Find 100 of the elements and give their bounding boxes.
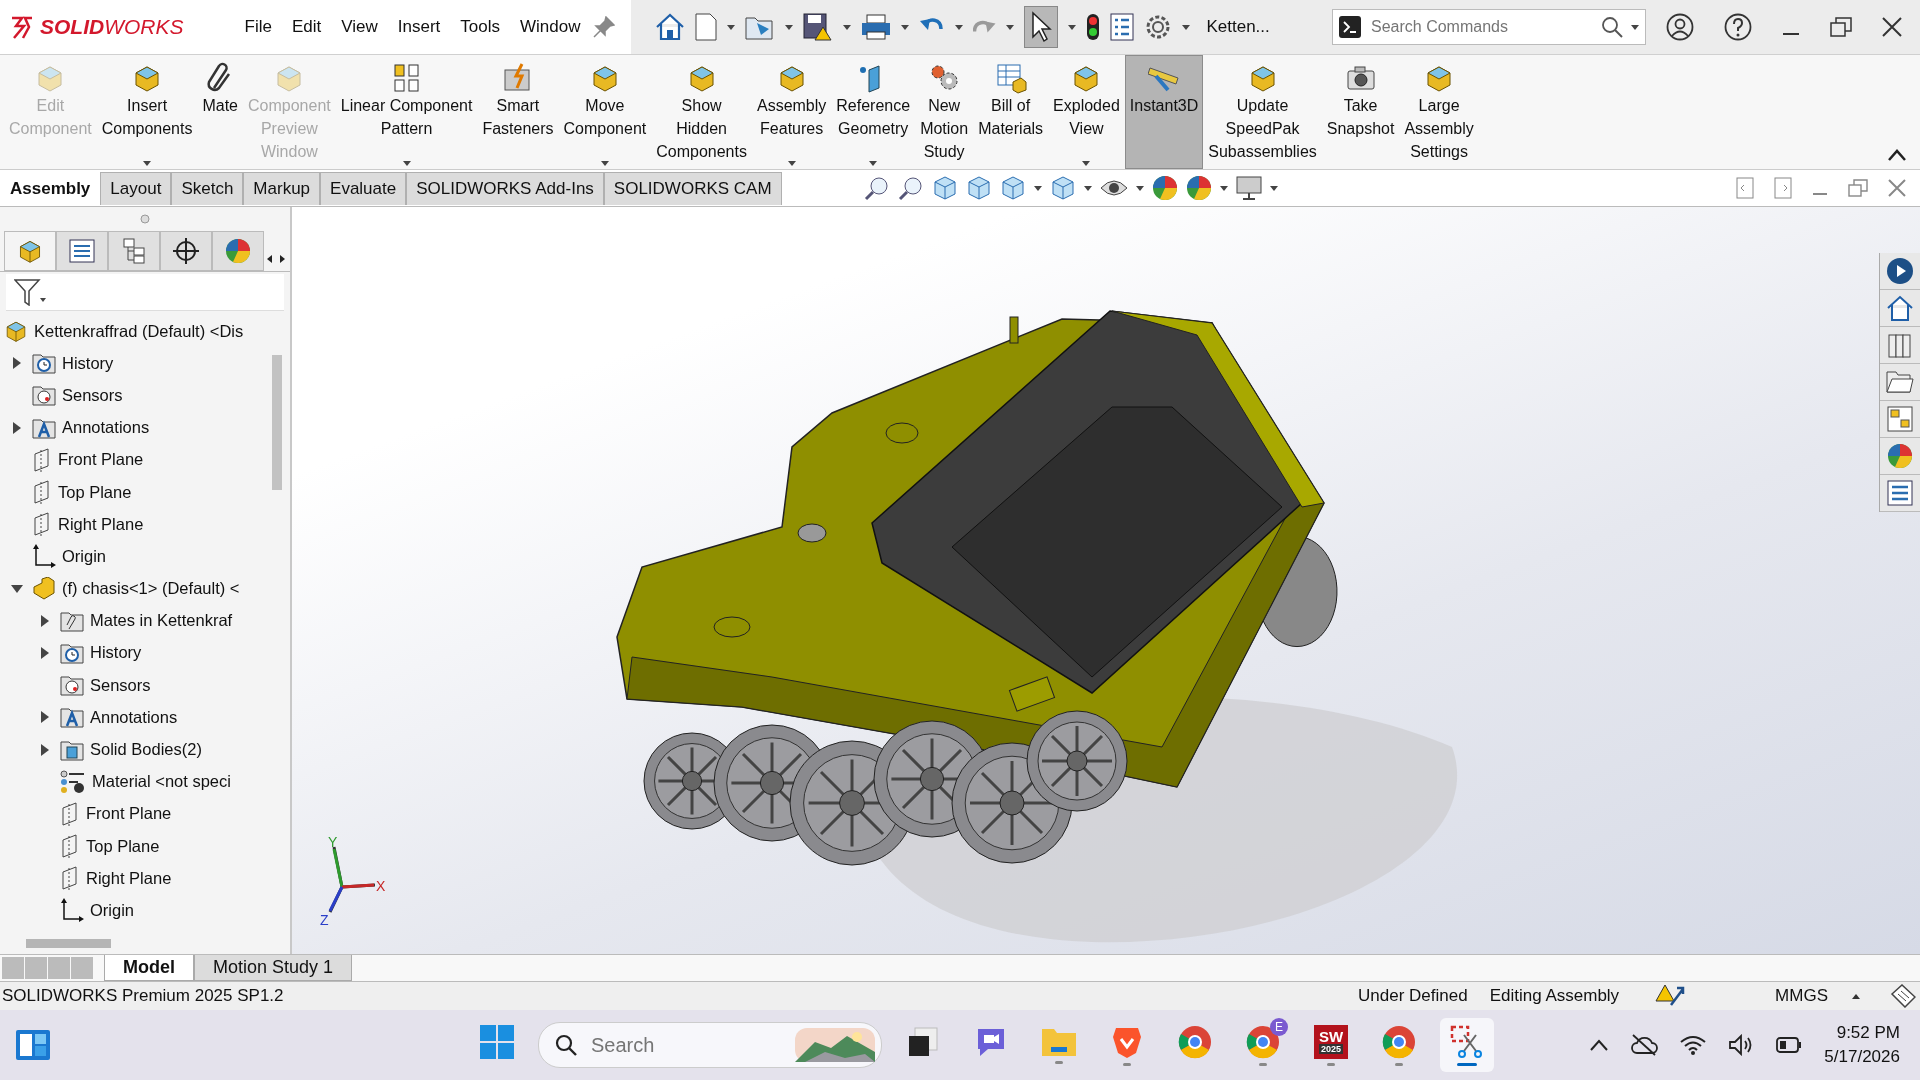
tree-item[interactable]: Sensors <box>62 385 123 405</box>
command-tab[interactable]: Evaluate <box>320 171 407 205</box>
command-tab[interactable]: SOLIDWORKS Add-Ins <box>406 171 604 205</box>
search-commands-box[interactable]: Search Commands <box>1332 9 1646 45</box>
dropdown-caret-icon[interactable] <box>1631 24 1639 30</box>
cube-view-icon[interactable] <box>931 175 958 201</box>
command-tab[interactable]: Layout <box>100 171 172 205</box>
zoom-to-fit-icon[interactable] <box>863 175 890 201</box>
ribbon-button[interactable]: Move Component <box>558 55 652 169</box>
tree-item[interactable]: Front Plane <box>86 804 172 824</box>
feature-tree-tab[interactable] <box>4 231 56 271</box>
model-tab[interactable]: Motion Study 1 <box>194 955 353 981</box>
command-tab[interactable]: Markup <box>243 171 321 205</box>
tree-item[interactable]: Top Plane <box>86 836 160 856</box>
filter-icon[interactable] <box>14 278 46 306</box>
tree-item[interactable]: Annotations <box>90 707 178 727</box>
cloud-off-icon[interactable] <box>1630 1034 1659 1056</box>
expand-arrow-icon[interactable] <box>41 743 49 756</box>
scrollbar-thumb[interactable] <box>26 938 111 948</box>
widgets-icon[interactable] <box>15 1029 51 1061</box>
dropdown-caret-icon[interactable] <box>1068 24 1077 30</box>
dropdown-caret-icon[interactable] <box>787 161 796 166</box>
new-document-icon[interactable] <box>695 13 718 41</box>
ribbon-button[interactable]: Mate <box>197 55 243 169</box>
tree-item[interactable]: History <box>62 353 114 373</box>
printer-icon[interactable] <box>861 14 892 40</box>
cube-view-icon[interactable] <box>999 175 1026 201</box>
dropdown-caret-icon[interactable] <box>402 161 411 166</box>
dropdown-caret-icon[interactable] <box>1219 185 1228 191</box>
traffic-light-icon[interactable] <box>1086 13 1101 41</box>
expand-arrow-icon[interactable] <box>41 646 49 659</box>
tag-icon[interactable] <box>1890 984 1916 1008</box>
tree-item[interactable]: Front Plane <box>58 450 144 470</box>
dropdown-caret-icon[interactable] <box>727 24 736 30</box>
tree-item[interactable]: Right Plane <box>86 868 172 888</box>
tree-item[interactable]: Origin <box>62 546 106 566</box>
tree-item[interactable]: History <box>90 643 142 663</box>
help-icon[interactable] <box>1724 13 1752 41</box>
folder-icon[interactable] <box>1886 370 1914 394</box>
units-selector[interactable]: MMGS <box>1775 986 1828 1006</box>
property-tab[interactable] <box>56 231 108 271</box>
tree-item[interactable]: Mates in Kettenkraf <box>90 611 233 631</box>
tree-item[interactable]: (f) chasis<1> (Default) < <box>62 579 240 599</box>
menu-item[interactable]: Tools <box>453 13 507 41</box>
tree-item[interactable]: Origin <box>90 900 134 920</box>
command-tab[interactable]: Sketch <box>171 171 244 205</box>
tree-item[interactable]: Kettenkraffrad (Default) <Dis <box>34 321 244 341</box>
dropdown-caret-icon[interactable] <box>143 161 152 166</box>
dropdown-caret-icon[interactable] <box>843 24 852 30</box>
caret-up-icon[interactable] <box>1852 993 1860 999</box>
grip-handle[interactable] <box>140 214 150 224</box>
menu-item[interactable]: Insert <box>390 13 448 41</box>
dropdown-caret-icon[interactable] <box>1182 24 1191 30</box>
ribbon-button[interactable]: Update SpeedPak Subassemblies <box>1203 55 1322 169</box>
list-icon[interactable] <box>1110 13 1135 41</box>
ribbon-button[interactable]: Take Snapshot <box>1321 55 1400 169</box>
command-tab[interactable]: SOLIDWORKS CAM <box>603 171 782 205</box>
list-icon[interactable] <box>1887 480 1913 506</box>
dropdown-caret-icon[interactable] <box>785 24 794 30</box>
tile-left-icon[interactable] <box>1736 177 1754 199</box>
dropdown-caret-icon[interactable] <box>901 24 910 30</box>
save-warning-icon[interactable] <box>803 13 834 41</box>
taskbar-search-box[interactable]: Search <box>538 1022 882 1068</box>
tree-item[interactable]: Annotations <box>62 418 150 438</box>
ribbon-button[interactable]: Linear Component Pattern <box>335 55 478 169</box>
battery-icon[interactable] <box>1776 1037 1803 1053</box>
wifi-icon[interactable] <box>1680 1035 1707 1055</box>
ribbon-button[interactable]: Reference Geometry <box>831 55 916 169</box>
cube-view-icon[interactable] <box>965 175 992 201</box>
close-icon[interactable] <box>1882 17 1902 37</box>
expand-arrow-icon[interactable] <box>13 357 21 370</box>
ribbon-button[interactable]: Smart Fasteners <box>477 55 559 169</box>
collapse-chevron-icon[interactable] <box>1888 149 1906 161</box>
zoom-area-icon[interactable] <box>897 175 924 201</box>
expand-arrow-icon[interactable] <box>41 711 49 724</box>
ribbon-button[interactable]: Assembly Features <box>751 55 832 169</box>
color-sphere-icon[interactable] <box>1887 443 1913 469</box>
ribbon-button[interactable]: Large Assembly Settings <box>1399 55 1479 169</box>
dropdown-caret-icon[interactable] <box>1083 185 1092 191</box>
pin-icon[interactable] <box>593 16 616 38</box>
menu-item[interactable]: Window <box>513 13 588 41</box>
dropdown-caret-icon[interactable] <box>1135 185 1144 191</box>
dropdown-caret-icon[interactable] <box>869 161 878 166</box>
tile-right-icon[interactable] <box>1774 177 1792 199</box>
menu-item[interactable]: Edit <box>284 13 329 41</box>
search-commands-field[interactable]: Search Commands <box>1369 17 1593 37</box>
chevron-up-icon[interactable] <box>1590 1039 1609 1051</box>
globe-icon[interactable] <box>1886 257 1914 285</box>
clock-date[interactable]: 5/17/2026 <box>1824 1045 1900 1069</box>
collapse-arrow-icon[interactable] <box>11 584 23 593</box>
user-icon[interactable] <box>1666 13 1694 41</box>
taskbar-app[interactable]: E <box>1236 1018 1290 1072</box>
tree-item[interactable]: Sensors <box>90 675 151 695</box>
model-tab[interactable]: Model <box>104 955 194 981</box>
ribbon-button[interactable]: New Motion Study <box>915 55 974 169</box>
menu-item[interactable]: File <box>237 13 279 41</box>
dropdown-caret-icon[interactable] <box>600 161 609 166</box>
taskbar-search-field[interactable]: Search <box>589 1032 783 1058</box>
cube-view-icon[interactable] <box>1049 175 1076 201</box>
books-icon[interactable] <box>1887 331 1913 359</box>
